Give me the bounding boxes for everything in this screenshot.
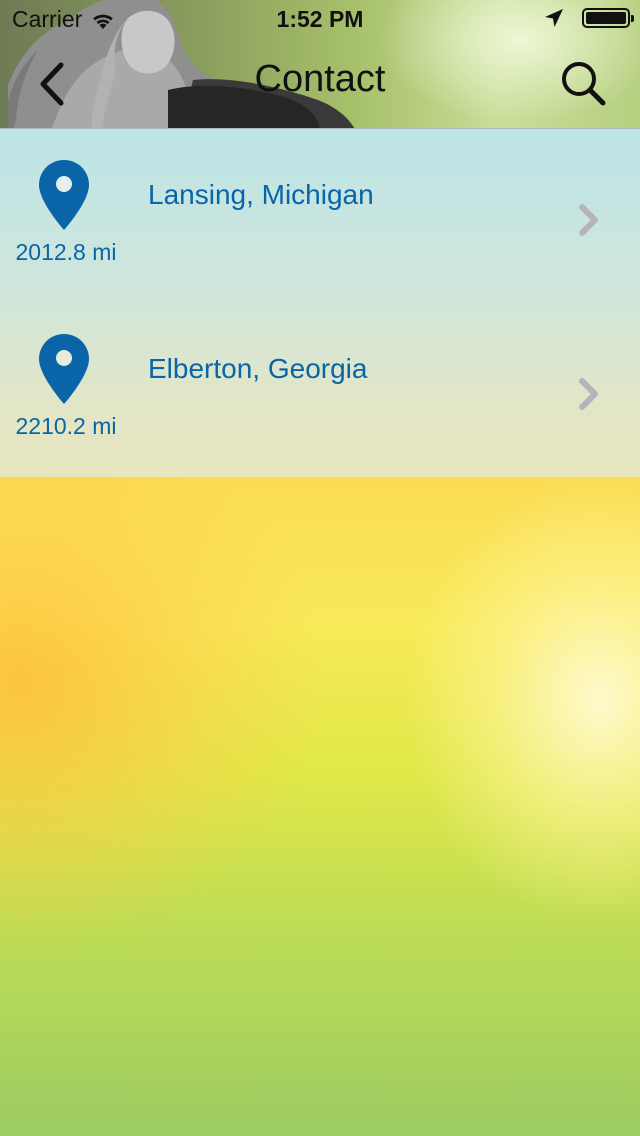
back-button[interactable] [28,56,76,112]
location-name: Lansing, Michigan [148,179,374,210]
search-icon [562,62,606,106]
map-pin-icon [39,334,89,404]
navigation-header: Carrier 1:52 PM Contact [0,0,640,128]
list-item-location[interactable]: 2210.2 mi Elberton, Georgia [0,303,640,477]
distance-label: 2210.2 mi [15,413,117,439]
status-bar: Carrier 1:52 PM [0,0,640,40]
chevron-right-icon [579,204,598,236]
chevron-right-icon [579,378,598,410]
list-item-location[interactable]: 2012.8 mi Lansing, Michigan [0,129,640,303]
search-button[interactable] [556,56,610,110]
distance-label: 2012.8 mi [15,239,117,265]
location-arrow-icon [545,9,563,27]
battery-icon [582,8,634,28]
location-name: Elberton, Georgia [148,353,368,384]
wifi-icon [93,14,114,29]
chevron-left-icon [40,62,64,106]
location-list: 2012.8 mi Lansing, Michigan 2210.2 mi El… [0,128,640,477]
carrier-label: Carrier [12,6,83,32]
map-pin-icon [39,160,89,230]
battery-level [586,12,626,24]
